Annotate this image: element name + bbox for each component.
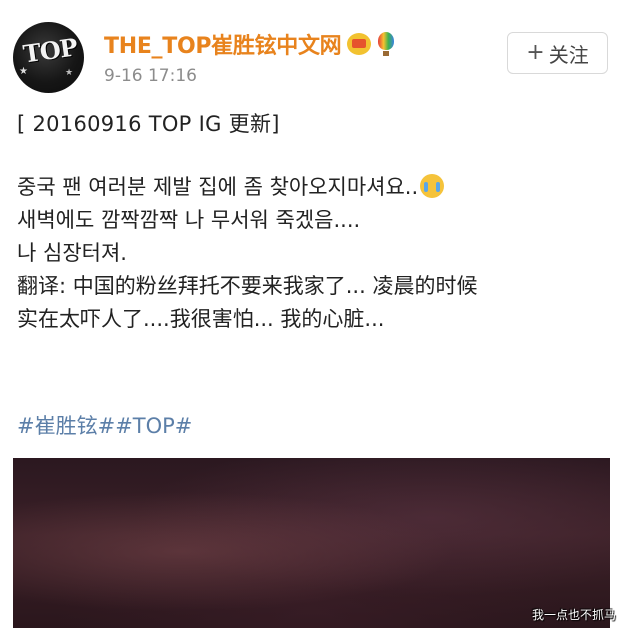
post-line-korean-1: 중국 팬 여러분 제발 집에 좀 찾아오지마셔요.. — [17, 171, 613, 204]
star-icon: ★ — [65, 68, 74, 78]
post-content: [ 20160916 TOP IG 更新] 중국 팬 여러분 제발 집에 좀 찾… — [17, 108, 613, 336]
plus-icon: + — [526, 40, 545, 65]
post-line-korean-2: 새벽에도 깜짝깜짝 나 무서워 죽겠음.... — [17, 208, 361, 232]
star-icon: ★ — [19, 66, 28, 77]
post-line-translation-1: 翻译: 中国的粉丝拜托不要来我家了... 凌晨的时候 — [17, 274, 478, 298]
post-title: [ 20160916 TOP IG 更新] — [17, 112, 280, 136]
post-image[interactable] — [13, 458, 610, 628]
post-timestamp[interactable]: 9-16 17:16 — [104, 66, 197, 86]
crown-badge-icon[interactable] — [347, 33, 372, 55]
hot-air-balloon-icon[interactable] — [377, 32, 395, 56]
follow-button[interactable]: + 关注 — [507, 32, 608, 74]
username-link[interactable]: THE_TOP崔胜铉中文网 — [104, 28, 342, 60]
post-text: 중국 팬 여러분 제발 집에 좀 찾아오지마셔요.. — [17, 175, 419, 199]
follow-button-label: 关注 — [548, 42, 589, 67]
weibo-post: TOP ★ ★ THE_TOP崔胜铉中文网 9-16 17:16 + 关注 [ … — [0, 0, 620, 628]
crying-face-icon — [420, 174, 445, 198]
username-row: THE_TOP崔胜铉中文网 — [104, 27, 395, 61]
user-avatar[interactable]: TOP ★ ★ — [13, 22, 84, 93]
hashtag-links[interactable]: #崔胜铉##TOP# — [17, 410, 192, 440]
balloon-basket — [383, 51, 390, 56]
balloon-shape — [378, 32, 395, 50]
post-line-korean-3: 나 심장터져. — [17, 241, 127, 265]
watermark-text: 我一点也不抓马 — [531, 608, 616, 622]
avatar-logo-text: TOP — [21, 32, 79, 69]
post-line-translation-2: 实在太吓人了....我很害怕... 我的心脏... — [17, 307, 385, 331]
